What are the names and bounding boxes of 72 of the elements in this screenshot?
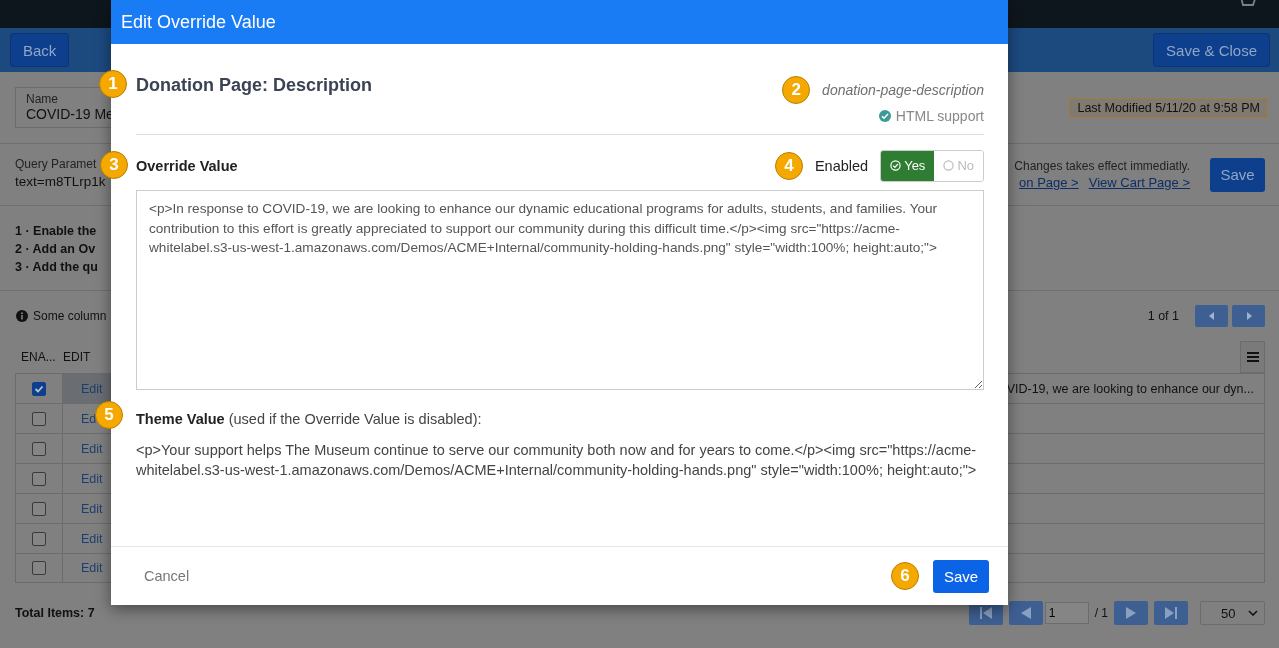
edit-link[interactable]: Edit bbox=[81, 561, 103, 575]
notice-text: Changes takes effect immediatly. bbox=[1014, 159, 1190, 173]
save-button[interactable]: Save bbox=[1210, 157, 1265, 192]
columns-note: Some column bbox=[33, 309, 107, 323]
last-page-button[interactable] bbox=[1154, 601, 1188, 625]
edit-link[interactable]: Edit bbox=[81, 441, 103, 456]
checkbox[interactable] bbox=[32, 411, 46, 426]
theme-value-label: Theme Value (used if the Override Value is disabled): bbox=[136, 411, 482, 427]
next-page-button[interactable] bbox=[1114, 601, 1148, 625]
page-count: 1 of 1 bbox=[1147, 309, 1179, 323]
caret-right-icon bbox=[1245, 312, 1252, 320]
enabled-label: Enabled bbox=[814, 157, 869, 174]
caret-left-icon bbox=[1208, 312, 1215, 320]
theme-value-text: <p>Your support helps The Museum continue to serve our community both now and for years to come.</p><img src="https://acme-whitelabel.s3-us-west-1.amazonaws.com/Demos/ACME+Internal/community-holding-hands.png" style="width:100%; height:auto;"> bbox=[136, 441, 978, 480]
check-circle-icon bbox=[878, 110, 891, 122]
last-modified-tag: Last Modified 5/11/20 at 9:58 PM bbox=[1069, 98, 1268, 118]
page-link[interactable]: View Cart Page > bbox=[1088, 175, 1190, 190]
toggle-option[interactable]: Yes bbox=[881, 150, 935, 181]
last-page-icon bbox=[1165, 607, 1177, 619]
per-page-select[interactable]: 50 bbox=[1200, 601, 1265, 625]
edit-link[interactable]: Edit bbox=[81, 381, 103, 396]
checkbox[interactable] bbox=[32, 441, 46, 456]
checkbox[interactable] bbox=[32, 531, 46, 546]
html-support-label: HTML support bbox=[895, 108, 984, 124]
edit-link[interactable]: Edit bbox=[81, 501, 103, 516]
cancel-button[interactable]: Cancel bbox=[133, 564, 201, 588]
menu-button[interactable] bbox=[1240, 341, 1265, 373]
number-badge: 2 bbox=[782, 76, 811, 104]
number-badge: 1 bbox=[99, 70, 127, 98]
step-text: 2 · Add an Ov bbox=[15, 242, 96, 256]
checkbox[interactable] bbox=[32, 501, 46, 516]
caret-right-icon bbox=[1126, 607, 1136, 619]
column-header: ENA... bbox=[20, 350, 57, 364]
edit-link[interactable]: Edit bbox=[81, 471, 103, 486]
query-label: Query Paramet bbox=[15, 156, 98, 171]
check-circle-icon bbox=[890, 160, 902, 171]
field-heading: Donation Page: Description bbox=[136, 75, 373, 95]
number-badge: 5 bbox=[95, 401, 123, 429]
first-page-icon bbox=[979, 607, 992, 619]
total-items: Total Items: 7 bbox=[15, 606, 95, 620]
caret-left-icon bbox=[1020, 607, 1031, 619]
page-total: / 1 bbox=[1094, 606, 1108, 620]
number-badge: 3 bbox=[100, 150, 128, 179]
modal-title: Edit Override Value bbox=[121, 11, 276, 33]
save-close-button[interactable]: Save & Close bbox=[1153, 33, 1270, 67]
override-value-field[interactable]: <p>In response to COVID-19, we are looking to enhance our dynamic educational programs for adults, students, and families. Your contribution to this effort is greatly appreciated to support our community during this difficult time.</p><img src="https://acme-whitelabel.s3-us-west-1.amazonaws.com/Demos/ACME+Internal/community-holding-hands.png" style="width:100%; height:auto;"> bbox=[136, 190, 984, 390]
menu-icon bbox=[1246, 352, 1259, 362]
caret-down-icon bbox=[1248, 610, 1258, 616]
step-text: 3 · Add the qu bbox=[15, 260, 98, 274]
checkbox[interactable] bbox=[32, 381, 46, 396]
field-label: Name bbox=[26, 92, 59, 106]
table-cell: VID-19, we are looking to enhance our dyn... bbox=[1006, 381, 1254, 396]
override-label: Override Value bbox=[136, 157, 238, 174]
edit-link[interactable]: Ed bbox=[81, 411, 97, 426]
checkbox[interactable] bbox=[32, 561, 46, 575]
previous-page-button[interactable] bbox=[1008, 601, 1043, 625]
field-key: donation-page-description bbox=[822, 82, 984, 98]
page-link[interactable]: on Page > bbox=[1019, 175, 1079, 190]
column-header: EDIT bbox=[63, 350, 91, 364]
previous-button[interactable] bbox=[1195, 305, 1228, 327]
number-badge: 4 bbox=[774, 151, 803, 180]
circle-icon bbox=[943, 160, 955, 171]
number-badge: 6 bbox=[891, 562, 919, 590]
step-text: 1 · Enable the bbox=[15, 224, 97, 238]
save-button[interactable]: Save bbox=[933, 559, 989, 593]
back-button[interactable]: Back bbox=[10, 33, 70, 67]
check-icon bbox=[34, 383, 44, 394]
checkbox[interactable] bbox=[32, 471, 46, 486]
page-input[interactable]: 1 bbox=[1044, 602, 1089, 624]
info-icon bbox=[16, 310, 28, 322]
edit-link[interactable]: Edit bbox=[81, 531, 103, 546]
next-button[interactable] bbox=[1232, 305, 1265, 327]
